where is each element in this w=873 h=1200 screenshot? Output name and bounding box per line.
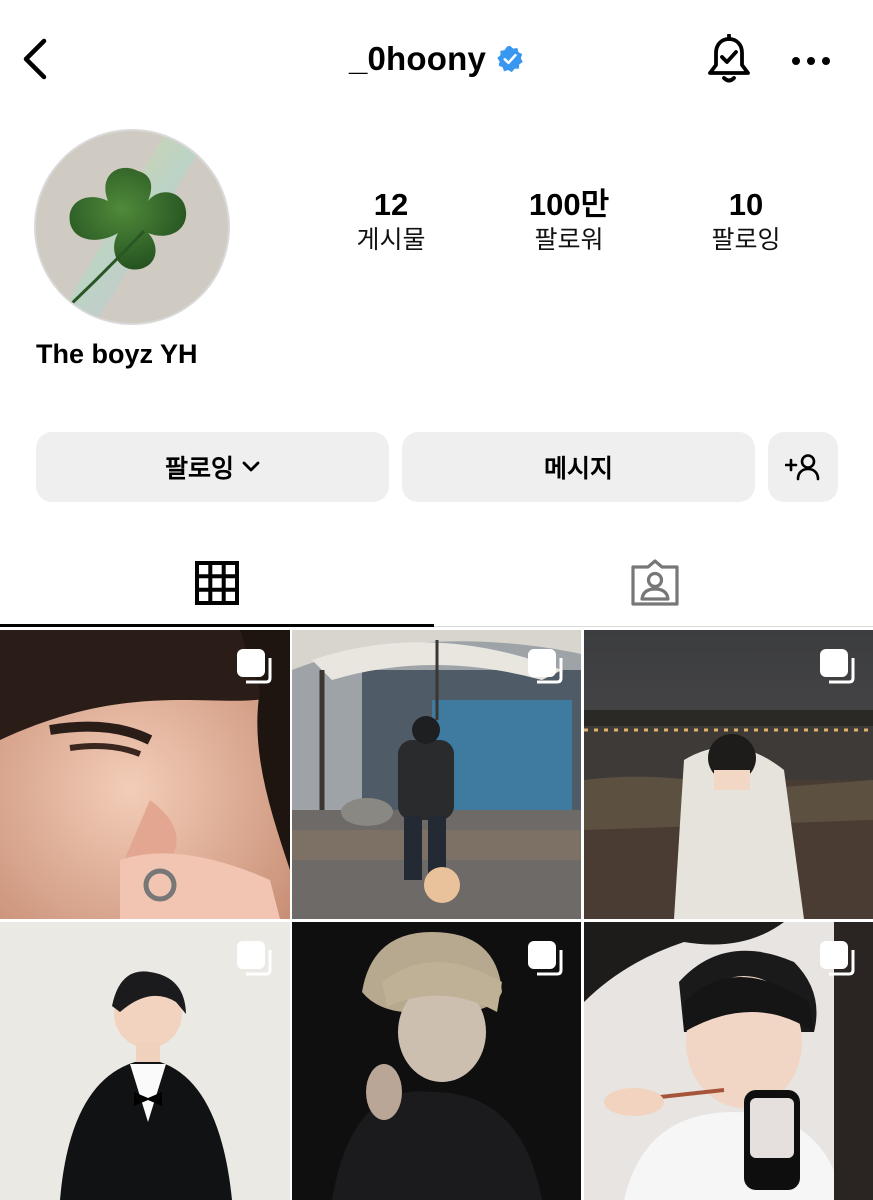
post-thumbnail[interactable]: [0, 630, 290, 919]
tab-tagged[interactable]: [436, 540, 873, 626]
grid-icon: [195, 561, 239, 605]
notifications-button[interactable]: [702, 33, 756, 87]
carousel-icon: [528, 649, 563, 684]
bell-check-icon: [708, 34, 750, 83]
carousel-icon: [237, 649, 272, 684]
username: _0hoony: [348, 40, 487, 77]
profile-avatar[interactable]: [36, 131, 228, 323]
more-horizontal-icon: [792, 57, 830, 65]
active-tab-indicator: [0, 624, 434, 627]
posts-count: 12 게시물: [311, 186, 471, 256]
post-thumbnail[interactable]: [292, 630, 581, 919]
message-button-label: 메시지: [543, 455, 613, 483]
chevron-down-icon: [242, 461, 260, 472]
clover-image: [36, 131, 228, 323]
post-thumbnail[interactable]: [0, 922, 290, 1200]
carousel-icon: [820, 649, 855, 684]
following-count-value: 10: [728, 187, 764, 222]
tab-posts-grid[interactable]: [0, 540, 434, 626]
carousel-icon: [528, 941, 563, 976]
post-thumbnail[interactable]: [584, 630, 873, 919]
message-button[interactable]: 메시지: [402, 432, 755, 502]
followers-count-label: 팔로워: [534, 226, 604, 254]
suggest-people-button[interactable]: [768, 432, 838, 502]
posts-count-label: 게시물: [356, 226, 426, 254]
add-person-icon: [785, 454, 820, 481]
following-button-label: 팔로잉: [164, 455, 234, 483]
tagged-person-icon: [630, 559, 679, 606]
carousel-icon: [820, 941, 855, 976]
more-options-button[interactable]: [786, 44, 836, 78]
posts-count-value: 12: [373, 187, 409, 222]
carousel-icon: [237, 941, 272, 976]
post-thumbnail[interactable]: [292, 922, 581, 1200]
followers-count[interactable]: 100만 팔로워: [489, 186, 649, 256]
following-button[interactable]: 팔로잉: [36, 432, 389, 502]
display-name: The boyz YH: [36, 339, 198, 369]
verified-badge-icon: [496, 45, 524, 73]
following-count[interactable]: 10 팔로잉: [666, 186, 826, 256]
followers-count-value: 100만: [528, 187, 610, 222]
post-thumbnail[interactable]: [584, 922, 873, 1200]
following-count-label: 팔로잉: [711, 226, 781, 254]
